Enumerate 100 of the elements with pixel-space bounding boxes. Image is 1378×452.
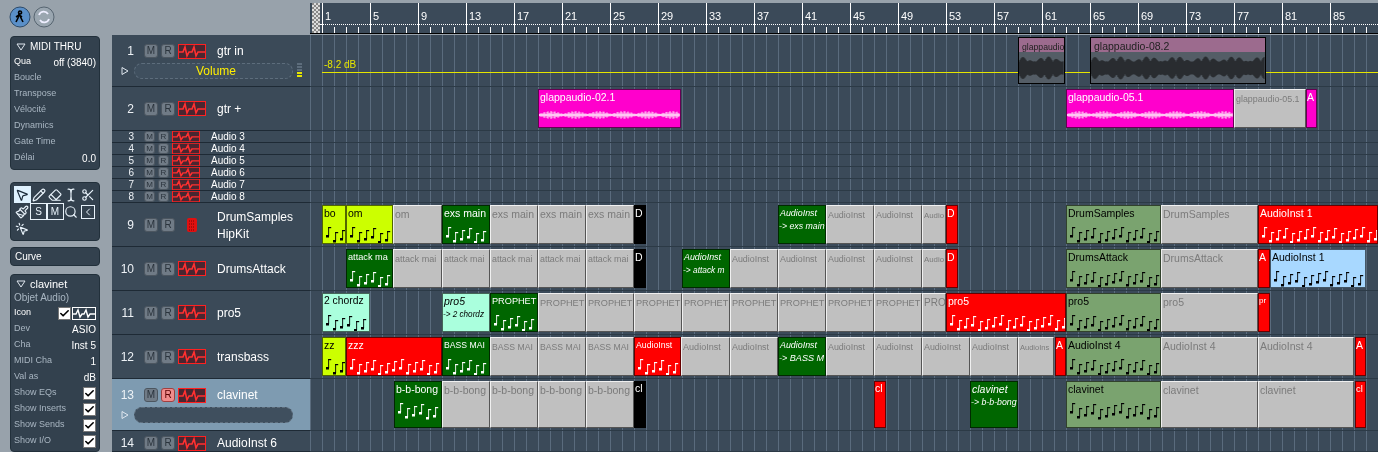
alias-region[interactable]: attack mai [442, 249, 490, 288]
alias-region[interactable]: PROPHET [682, 293, 730, 332]
track-name[interactable]: AudioInst 6 [217, 434, 278, 452]
track-header[interactable]: 5 M R Audio 5 [112, 155, 310, 167]
alias-region[interactable]: DrumsAttack [1161, 249, 1258, 288]
track-header[interactable]: 10 M R DrumsAttack [112, 247, 310, 291]
midi-region[interactable]: AudioInst 1 [1258, 205, 1378, 244]
mute-button[interactable]: M [144, 44, 158, 58]
checkbox[interactable] [83, 434, 96, 448]
track-lane[interactable]: glappaudio-02.1 glappaudio-05.1 glappaudio-05.1 A [310, 87, 1378, 131]
alias-region[interactable]: AudioInst [826, 337, 874, 376]
midi-region[interactable]: AudioInst [634, 337, 681, 376]
midi-region[interactable]: A [1258, 249, 1270, 288]
panel-title[interactable]: clavinet [30, 277, 68, 291]
track-name[interactable]: Audio 8 [211, 191, 245, 202]
disclosure-triangle-icon[interactable] [16, 280, 26, 288]
crossfade-tool[interactable] [79, 203, 97, 220]
alias-region[interactable]: AudioInst 4 [1258, 337, 1354, 376]
take-region[interactable]: glappaudio [1018, 37, 1065, 84]
alias-region[interactable]: PROPHET [634, 293, 682, 332]
track-header[interactable]: 1 M R gtr in Volume [112, 35, 310, 87]
alias-region[interactable]: attack mai [586, 249, 634, 288]
record-button[interactable]: R [158, 131, 169, 142]
track-name[interactable]: gtr in [217, 42, 244, 60]
record-button[interactable]: R [158, 143, 169, 154]
checkbox[interactable] [83, 402, 96, 416]
alias-region[interactable]: PROPHET [826, 293, 874, 332]
curve-panel[interactable]: Curve [10, 247, 100, 266]
midi-region[interactable]: AudioInst 4 [1066, 337, 1161, 376]
mute-button[interactable]: M [144, 436, 158, 450]
parameter-value[interactable]: Inst 5 [71, 337, 96, 353]
mute-button[interactable]: M [144, 261, 158, 276]
mute-button[interactable]: M [144, 191, 155, 202]
alias-region[interactable]: PROPHET [538, 293, 586, 332]
record-button[interactable]: R [161, 305, 175, 320]
alias-region[interactable]: AudioInst 4 [1161, 337, 1258, 376]
midi-region[interactable]: D [634, 205, 646, 244]
mute-tool[interactable]: M [46, 203, 64, 220]
track-lane[interactable]: b-b-bong b-b-bong b-b-bong b-b-bong b-b-bong cl cl clavinet -> b-b-bong clavinet clavinet clavinet cl [310, 379, 1378, 431]
midi-region[interactable]: AudioInst -> attack m [682, 249, 730, 288]
alias-region[interactable]: attack mai [393, 249, 442, 288]
record-button[interactable]: R [161, 436, 175, 450]
midi-region[interactable]: exs main [442, 205, 490, 244]
alias-region[interactable]: AudioInst [730, 337, 778, 376]
track-header[interactable]: 11 M R pro5 [112, 291, 310, 335]
alias-region[interactable]: b-b-bong [490, 381, 538, 428]
track-name[interactable]: Audio 5 [211, 155, 245, 166]
track-lane[interactable]: 2 chordz pro5 -> 2 chordz PROPHET PROPHET PROPHET PROPHET PROPHET PROPHET PROPHET PROPHET PROPHET PRO pro5 pro5 pro5 pr [310, 291, 1378, 335]
waveform-region[interactable]: glappaudio-05.1 [1066, 89, 1234, 128]
alias-region[interactable]: AudioInst [874, 205, 922, 244]
track-name[interactable]: DrumSamples [217, 207, 294, 226]
record-button[interactable]: R [158, 191, 169, 202]
track-header[interactable]: 4 M R Audio 4 [112, 143, 310, 155]
automation-field[interactable] [134, 407, 293, 423]
track-name[interactable]: Audio 6 [211, 167, 245, 178]
midi-region[interactable]: b-b-bong [394, 381, 442, 428]
alias-region[interactable]: PROPHET [586, 293, 634, 332]
parameter-value[interactable]: dB [83, 369, 96, 385]
midi-region[interactable]: zzz [346, 337, 442, 376]
mute-button[interactable]: M [144, 305, 158, 320]
midi-region[interactable]: A [1055, 337, 1066, 376]
alias-region[interactable]: AudioInst [826, 249, 874, 288]
mute-button[interactable]: M [144, 131, 155, 142]
midi-region[interactable]: AudioInst 1 [1270, 249, 1366, 288]
alias-region[interactable]: om [393, 205, 442, 244]
alias-region[interactable]: clavinet [1161, 381, 1258, 428]
alias-region[interactable]: clavinet [1258, 381, 1354, 428]
checkbox[interactable] [83, 418, 96, 432]
cycle-arrows-icon[interactable] [33, 6, 55, 28]
track-name[interactable]: gtr + [217, 99, 242, 118]
alias-region[interactable]: AudioInst [730, 249, 778, 288]
midi-region[interactable]: D [634, 249, 646, 288]
midi-region[interactable]: 2 chordz [322, 293, 370, 332]
alias-region[interactable]: DrumSamples [1161, 205, 1258, 244]
record-button[interactable]: R [158, 179, 169, 190]
midi-region[interactable]: DrumsAttack [1066, 249, 1161, 288]
track-name[interactable]: Audio 4 [211, 143, 245, 154]
record-button[interactable]: R [161, 261, 175, 276]
midi-region[interactable]: PROPHET [490, 293, 538, 332]
track-lane[interactable]: -8.2 dB glappaudio glappaudio-08.2 [310, 35, 1378, 87]
alias-region[interactable]: AudioInst [874, 249, 922, 288]
track-header[interactable]: 13 M R clavinet [112, 379, 310, 431]
alias-region[interactable]: AudioInst [826, 205, 874, 244]
midi-region[interactable]: zz [322, 337, 346, 376]
midi-region[interactable]: bo [322, 205, 346, 244]
alias-region[interactable]: glappaudio-05.1 [1234, 89, 1306, 128]
midi-region[interactable]: pro5 [946, 293, 1066, 332]
alias-region[interactable]: AudioInst [922, 337, 970, 376]
automation-line[interactable] [322, 72, 1378, 73]
automation-tool[interactable] [13, 220, 31, 237]
parameter-value[interactable]: 0.0 [82, 150, 96, 166]
midi-region[interactable]: DrumSamples [1066, 205, 1161, 244]
midi-region[interactable]: D [946, 205, 958, 244]
waveform-region[interactable]: glappaudio-02.1 [538, 89, 681, 128]
alias-region[interactable]: attack mai [490, 249, 538, 288]
midi-region[interactable]: cl [1355, 381, 1366, 428]
midi-region[interactable]: pr [1258, 293, 1270, 332]
midi-region[interactable]: clavinet [1066, 381, 1161, 428]
alias-region[interactable]: BASS MAI [490, 337, 538, 376]
alias-region[interactable]: b-b-bong [586, 381, 634, 428]
